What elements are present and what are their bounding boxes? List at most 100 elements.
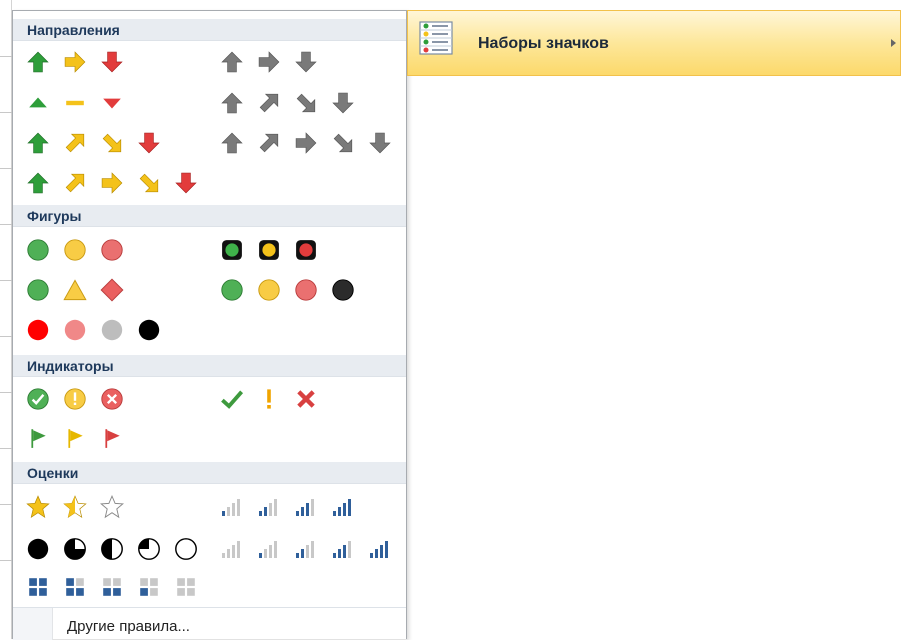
icon-sets-gallery: Направления Фигуры Индикаторы Оценки Дру… xyxy=(12,10,407,640)
signal-bars-1-icon xyxy=(252,535,285,563)
arrow-down-gray-icon xyxy=(363,129,396,157)
boxes-4-icon xyxy=(21,573,54,601)
gridline xyxy=(0,448,12,449)
arrow-down-red-icon xyxy=(132,129,165,157)
arrow-down-right-gray-icon xyxy=(289,89,322,117)
icon-set-3-signs[interactable] xyxy=(21,275,128,305)
arrow-up-right-yellow-icon xyxy=(58,129,91,157)
chevron-right-icon xyxy=(891,39,896,47)
arrow-down-right-yellow-icon xyxy=(132,169,165,197)
arrow-down-red-icon xyxy=(95,48,128,76)
icon-set-3-symbols[interactable] xyxy=(215,384,322,414)
circle-gray-icon xyxy=(95,316,128,344)
gridline xyxy=(0,504,12,505)
exclamation-yellow-icon xyxy=(252,385,285,413)
section-header-shapes: Фигуры xyxy=(13,205,406,227)
flag-yellow-icon xyxy=(58,424,91,452)
icon-set-5-arrows-gray[interactable] xyxy=(215,128,396,158)
icon-set-3-flags[interactable] xyxy=(21,423,128,453)
x-circle-red-icon xyxy=(95,385,128,413)
icon-set-4-traffic-lights[interactable] xyxy=(215,275,359,305)
icon-set-5-arrows-colored[interactable] xyxy=(21,168,202,198)
arrow-up-gray-icon xyxy=(215,48,248,76)
signal-bars-3-icon xyxy=(289,493,322,521)
signal-bars-2-icon xyxy=(252,493,285,521)
flag-red-icon xyxy=(95,424,128,452)
gridline xyxy=(0,392,12,393)
footer-separator xyxy=(13,607,406,608)
icon-set-3-symbols-circled[interactable] xyxy=(21,384,128,414)
circle-yellow-icon xyxy=(58,236,91,264)
signal-bars-0-icon xyxy=(215,535,248,563)
icon-set-4-arrows-colored[interactable] xyxy=(21,128,165,158)
icon-set-red-to-black[interactable] xyxy=(21,315,165,345)
circle-pink-icon xyxy=(58,316,91,344)
icon-set-5-quarters[interactable] xyxy=(21,534,202,564)
arrow-up-green-icon xyxy=(21,48,54,76)
icon-set-4-ratings[interactable] xyxy=(215,492,359,522)
arrow-up-gray-icon xyxy=(215,129,248,157)
traffic-light-green-icon xyxy=(215,236,248,264)
arrow-up-right-yellow-icon xyxy=(58,169,91,197)
arrow-up-green-icon xyxy=(21,129,54,157)
triangle-up-green-icon xyxy=(21,89,54,117)
triangle-yellow-icon xyxy=(58,276,91,304)
star-full-icon xyxy=(21,493,54,521)
icon-set-3-arrows-colored[interactable] xyxy=(21,47,128,77)
icon-set-3-stars[interactable] xyxy=(21,492,128,522)
section-header-ratings: Оценки xyxy=(13,462,406,484)
star-empty-icon xyxy=(95,493,128,521)
arrow-right-gray-icon xyxy=(252,48,285,76)
diamond-red-icon xyxy=(95,276,128,304)
circle-red-icon xyxy=(289,276,322,304)
icon-set-3-traffic-lights-unrimmed[interactable] xyxy=(21,235,128,265)
icon-sets-icon xyxy=(416,19,456,59)
arrow-up-right-gray-icon xyxy=(252,129,285,157)
triangle-down-red-icon xyxy=(95,89,128,117)
circle-red-icon xyxy=(95,236,128,264)
dash-yellow-icon xyxy=(58,89,91,117)
arrow-up-right-gray-icon xyxy=(252,89,285,117)
arrow-down-right-yellow-icon xyxy=(95,129,128,157)
arrow-down-right-gray-icon xyxy=(326,129,359,157)
icon-sets-label: Наборы значков xyxy=(478,35,609,52)
menu-icon-gutter xyxy=(13,608,53,640)
signal-bars-1-icon xyxy=(215,493,248,521)
circle-green-icon xyxy=(21,276,54,304)
signal-bars-4-icon xyxy=(326,493,359,521)
section-header-indicators: Индикаторы xyxy=(13,355,406,377)
circle-yellow-icon xyxy=(252,276,285,304)
icon-set-4-arrows-gray[interactable] xyxy=(215,88,359,118)
icon-set-5-boxes[interactable] xyxy=(21,572,202,602)
boxes-2-icon xyxy=(95,573,128,601)
icon-set-3-triangles[interactable] xyxy=(21,88,128,118)
spreadsheet-background xyxy=(0,0,12,639)
check-circle-green-icon xyxy=(21,385,54,413)
icon-sets-menu-item[interactable]: Наборы значков xyxy=(407,10,901,76)
gridline xyxy=(0,112,12,113)
quarter-full-icon xyxy=(21,535,54,563)
section-header-directions: Направления xyxy=(13,19,406,41)
gridline xyxy=(0,56,12,57)
signal-bars-2-icon xyxy=(289,535,322,563)
check-green-icon xyxy=(215,385,248,413)
arrow-down-red-icon xyxy=(169,169,202,197)
arrow-right-yellow-icon xyxy=(95,169,128,197)
signal-bars-3-icon xyxy=(326,535,359,563)
signal-bars-4-icon xyxy=(363,535,396,563)
star-half-icon xyxy=(58,493,91,521)
circle-black-icon xyxy=(132,316,165,344)
circle-green-icon xyxy=(215,276,248,304)
gridline xyxy=(0,560,12,561)
circle-black-icon xyxy=(326,276,359,304)
x-red-icon xyxy=(289,385,322,413)
gridline xyxy=(0,280,12,281)
boxes-3-icon xyxy=(58,573,91,601)
circle-green-icon xyxy=(21,236,54,264)
icon-set-5-ratings[interactable] xyxy=(215,534,396,564)
icon-set-3-arrows-gray[interactable] xyxy=(215,47,322,77)
arrow-down-gray-icon xyxy=(326,89,359,117)
icon-set-3-traffic-lights-rimmed[interactable] xyxy=(215,235,322,265)
exclamation-circle-yellow-icon xyxy=(58,385,91,413)
more-rules-menu-item[interactable]: Другие правила... xyxy=(67,618,190,635)
